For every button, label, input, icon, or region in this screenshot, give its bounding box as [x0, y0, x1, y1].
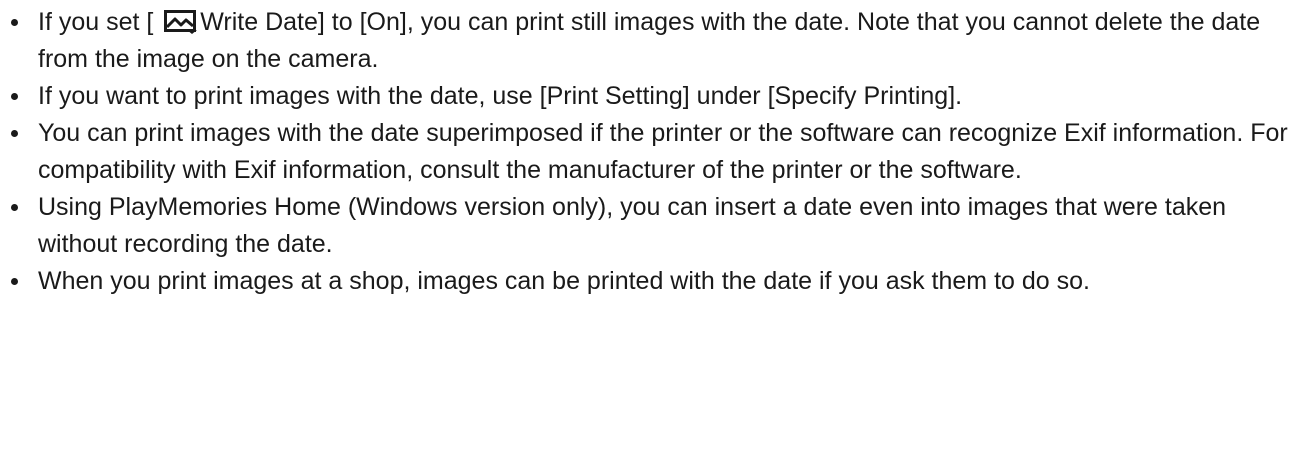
note-text: You can print images with the date super…: [38, 119, 1288, 184]
note-text: Using PlayMemories Home (Windows version…: [38, 193, 1227, 258]
bullet: [11, 204, 18, 211]
note-text: When you print images at a shop, images …: [38, 267, 1090, 295]
still-image-icon: [164, 8, 198, 34]
bullet: [11, 19, 18, 26]
note-playmemories: Using PlayMemories Home (Windows version…: [0, 189, 1293, 263]
bullet: [11, 93, 18, 100]
note-shop: When you print images at a shop, images …: [0, 263, 1293, 300]
note-exif: You can print images with the date super…: [0, 115, 1293, 189]
note-text-after-icon: Write Date] to [On], you can print still…: [38, 8, 1261, 73]
note-print-setting: If you want to print images with the dat…: [0, 78, 1293, 115]
notes-list: If you set [ Write Date] to [On], you ca…: [0, 4, 1303, 300]
bullet: [11, 278, 18, 285]
note-text-before-icon: If you set [: [38, 8, 161, 36]
bullet: [11, 130, 18, 137]
note-text: If you want to print images with the dat…: [38, 82, 963, 110]
note-write-date: If you set [ Write Date] to [On], you ca…: [0, 4, 1293, 78]
